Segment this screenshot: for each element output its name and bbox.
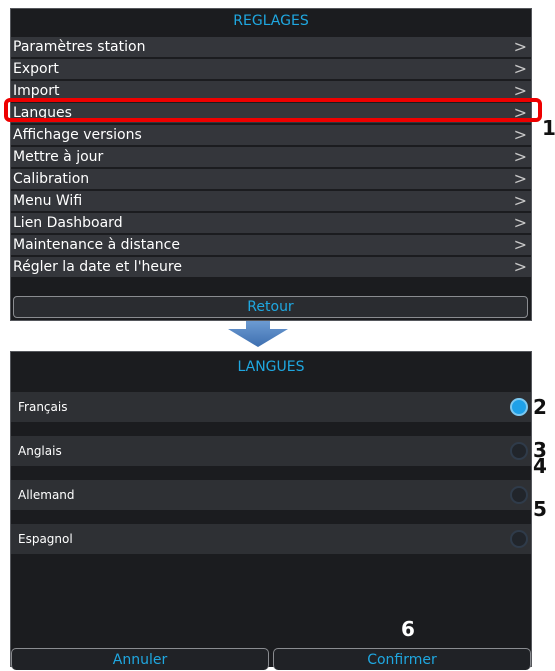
chevron-right-icon: >: [513, 125, 527, 144]
menu-item-maintenance-a-distance[interactable]: Maintenance à distance >: [11, 235, 531, 255]
menu-item-label: Calibration: [13, 171, 90, 187]
chevron-right-icon: >: [513, 235, 527, 254]
chevron-right-icon: >: [513, 257, 527, 276]
reglages-screen: REGLAGES Paramètres station > Export > I…: [10, 8, 532, 321]
menu-item-label: Paramètres station: [13, 39, 146, 55]
chevron-right-icon: >: [513, 59, 527, 78]
retour-button[interactable]: Retour: [13, 296, 528, 318]
chevron-right-icon: >: [513, 213, 527, 232]
radio-unselected-icon[interactable]: [510, 530, 528, 548]
chevron-right-icon: >: [513, 169, 527, 188]
arrow-down-icon: [228, 321, 288, 347]
language-option-francais[interactable]: Français: [11, 392, 531, 422]
menu-item-label: Maintenance à distance: [13, 237, 180, 253]
language-label: Anglais: [18, 444, 62, 458]
menu-item-menu-wifi[interactable]: Menu Wifi >: [11, 191, 531, 211]
chevron-right-icon: >: [513, 191, 527, 210]
menu-item-label: Import: [13, 83, 60, 99]
menu-item-label: Menu Wifi: [13, 193, 83, 209]
menu-item-affichage-versions[interactable]: Affichage versions >: [11, 125, 531, 145]
radio-unselected-icon[interactable]: [510, 486, 528, 504]
language-label: Français: [18, 400, 68, 414]
language-option-anglais[interactable]: Anglais: [11, 436, 531, 466]
language-option-espagnol[interactable]: Espagnol: [11, 524, 531, 554]
menu-item-parametres-station[interactable]: Paramètres station >: [11, 37, 531, 57]
language-option-allemand[interactable]: Allemand: [11, 480, 531, 510]
callout-4: 4: [533, 454, 547, 478]
menu-item-label: Affichage versions: [13, 127, 142, 143]
menu-item-lien-dashboard[interactable]: Lien Dashboard >: [11, 213, 531, 233]
langues-highlight-frame: [4, 98, 542, 122]
menu-item-label: Export: [13, 61, 59, 77]
chevron-right-icon: >: [513, 37, 527, 56]
menu-item-calibration[interactable]: Calibration >: [11, 169, 531, 189]
langues-screen: LANGUES Français Anglais Allemand Espagn…: [10, 351, 532, 670]
chevron-right-icon: >: [513, 147, 527, 166]
langues-title: LANGUES: [237, 359, 305, 375]
callout-1: 1: [542, 116, 555, 140]
reglages-title: REGLAGES: [233, 13, 309, 29]
callout-5: 5: [533, 497, 547, 521]
radio-unselected-icon[interactable]: [510, 442, 528, 460]
language-label: Allemand: [18, 488, 75, 502]
menu-item-label: Mettre à jour: [13, 149, 104, 165]
callout-2: 2: [533, 395, 547, 419]
language-label: Espagnol: [18, 532, 73, 546]
menu-item-regler-date-heure[interactable]: Régler la date et l'heure >: [11, 257, 531, 277]
menu-item-export[interactable]: Export >: [11, 59, 531, 79]
menu-item-label: Lien Dashboard: [13, 215, 123, 231]
menu-item-label: Régler la date et l'heure: [13, 259, 182, 275]
radio-selected-icon[interactable]: [510, 398, 528, 416]
menu-item-mettre-a-jour[interactable]: Mettre à jour >: [11, 147, 531, 167]
callout-6: 6: [401, 617, 415, 641]
